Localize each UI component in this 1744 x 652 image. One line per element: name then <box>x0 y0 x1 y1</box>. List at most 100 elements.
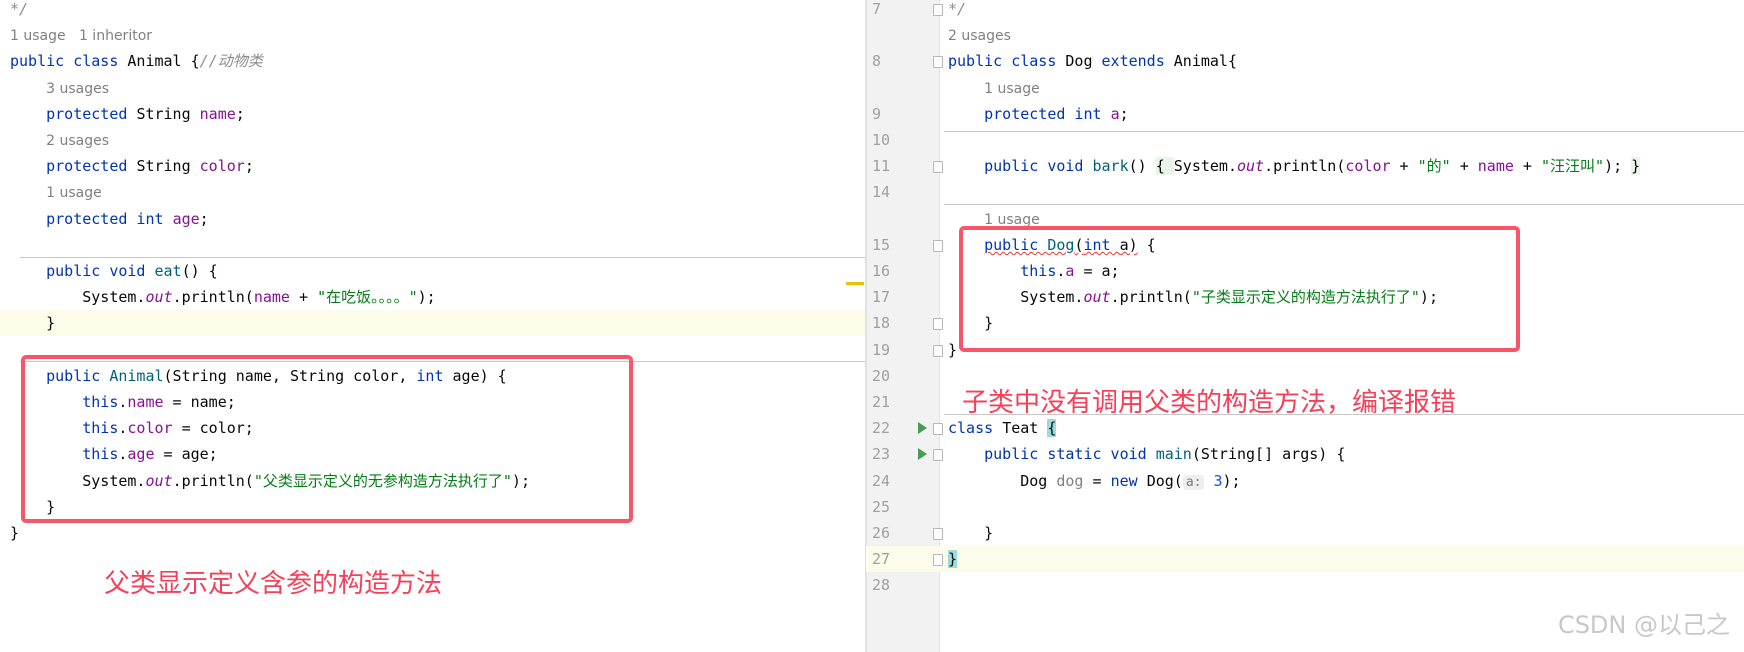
code-line[interactable]: public class Animal {//动物类 <box>0 48 865 74</box>
fold-icon[interactable] <box>933 528 943 540</box>
code-token: main <box>1155 445 1192 464</box>
fold-icon[interactable] <box>933 4 943 16</box>
code-token: } <box>1631 157 1641 176</box>
run-icon[interactable] <box>918 422 927 435</box>
code-line[interactable]: 9 protected int a; <box>866 101 1744 127</box>
code-line[interactable]: 10 <box>866 127 1744 153</box>
code-token: } <box>948 340 958 359</box>
line-number: 23 <box>872 445 891 464</box>
code-line[interactable] <box>0 232 865 258</box>
code-token: + <box>1450 157 1478 176</box>
code-token: + <box>289 288 318 307</box>
code-token: } <box>948 524 994 542</box>
code-token: protected int <box>46 209 173 228</box>
fold-icon[interactable] <box>933 423 943 436</box>
code-line[interactable]: public void eat() { <box>0 258 865 284</box>
highlight-box <box>959 226 1520 352</box>
code-token: } <box>10 314 56 333</box>
fold-icon[interactable] <box>933 318 943 331</box>
run-icon[interactable] <box>918 448 927 461</box>
line-number: 25 <box>872 497 891 516</box>
line-number: 15 <box>872 235 891 254</box>
code-line[interactable]: 11 public void bark() { System.out.print… <box>866 153 1744 179</box>
code-line[interactable]: */ <box>0 0 865 22</box>
line-number: 26 <box>872 524 891 542</box>
code-token: public void <box>46 262 155 280</box>
code-token: "汪汪叫" <box>1541 157 1605 176</box>
code-line[interactable]: protected String name; <box>0 101 865 127</box>
code-line[interactable]: } <box>0 520 865 546</box>
fold-icon[interactable] <box>933 344 943 357</box>
code-line[interactable]: 8 public class Dog extends Animal{ <box>866 48 1744 74</box>
code-line[interactable]: protected int age; <box>0 206 865 232</box>
code-line[interactable]: System.out.println(name + "在吃饭。。。。"); <box>0 284 865 310</box>
code-token: } <box>10 524 20 542</box>
code-line[interactable]: 2 usages <box>866 22 1744 48</box>
code-line[interactable]: 23 public static void main(String[] args… <box>866 441 1744 467</box>
code-token: color <box>199 157 245 176</box>
code-line[interactable]: 27} <box>866 546 1744 573</box>
code-line[interactable]: 14 <box>866 179 1744 205</box>
line-number: 22 <box>872 419 891 438</box>
fold-icon[interactable] <box>933 554 943 567</box>
code-token: public class <box>948 52 1066 71</box>
fold-icon[interactable] <box>933 449 943 462</box>
fold-icon[interactable] <box>933 161 943 174</box>
code-line[interactable]: 28 <box>866 572 1744 598</box>
code-line[interactable]: 1 usage 1 inheritor <box>0 22 865 48</box>
code-line[interactable]: 24 Dog dog = new Dog(a: 3); <box>866 468 1744 494</box>
line-number: 10 <box>872 131 891 149</box>
code-line[interactable]: 25 <box>866 494 1744 520</box>
code-line[interactable]: 1 usage <box>866 75 1744 101</box>
code-token: out <box>1237 157 1265 176</box>
fold-icon[interactable] <box>933 239 943 252</box>
code-token: "在吃饭。。。。" <box>317 288 418 307</box>
code-token: protected int <box>984 104 1111 123</box>
code-token: age <box>172 209 200 228</box>
code-token: */ <box>948 0 967 18</box>
code-line[interactable]: 3 usages <box>0 75 865 101</box>
code-token: class <box>948 419 1003 438</box>
line-number: 20 <box>872 366 891 385</box>
code-token: System. <box>1173 157 1237 176</box>
left-editor-pane[interactable]: */ 1 usage 1 inheritor public class Animal… <box>0 0 866 652</box>
code-token: public static void <box>984 445 1156 464</box>
line-number: 17 <box>872 288 891 307</box>
usage-hint[interactable]: 2 usages <box>948 28 1011 44</box>
code-token: ; <box>199 209 209 228</box>
code-line[interactable]: protected String color; <box>0 153 865 179</box>
code-line[interactable]: 26 } <box>866 520 1744 546</box>
line-number: 11 <box>872 157 891 176</box>
code-token: a <box>1110 104 1120 123</box>
line-number: 7 <box>872 0 882 18</box>
code-line[interactable]: } <box>0 310 865 337</box>
code-line[interactable]: 22 class Teat { <box>866 415 1744 441</box>
code-token: String <box>136 104 200 123</box>
code-line[interactable]: 1 usage <box>0 179 865 205</box>
usage-hint[interactable]: 1 usage <box>46 185 102 201</box>
line-number: 9 <box>872 104 882 123</box>
line-number: 14 <box>872 183 891 202</box>
code-token: Dog <box>948 471 1057 490</box>
annotation-compile-error: 子类中没有调用父类的构造方法，编译报错 <box>962 388 1457 418</box>
code-token: new <box>1110 471 1147 490</box>
usage-hint[interactable]: 1 usage <box>984 81 1040 97</box>
fold-icon[interactable] <box>933 56 943 69</box>
annotation-parent-constructor: 父类显示定义含参的构造方法 <box>104 569 443 599</box>
usage-hint[interactable]: 2 usages <box>46 133 109 149</box>
code-line[interactable]: 2 usages <box>0 127 865 153</box>
usage-hint[interactable]: 1 usage 1 inheritor <box>10 28 152 44</box>
code-token: { <box>1155 157 1174 176</box>
code-token: ; <box>1119 104 1129 123</box>
right-editor-pane[interactable]: 7 */ 2 usages 8 public class Dog extends Ani… <box>866 0 1744 652</box>
code-line[interactable]: 7 */ <box>866 0 1744 22</box>
usage-hint[interactable]: 3 usages <box>46 81 109 97</box>
line-number: 18 <box>872 314 891 333</box>
code-token: System. <box>10 288 146 307</box>
